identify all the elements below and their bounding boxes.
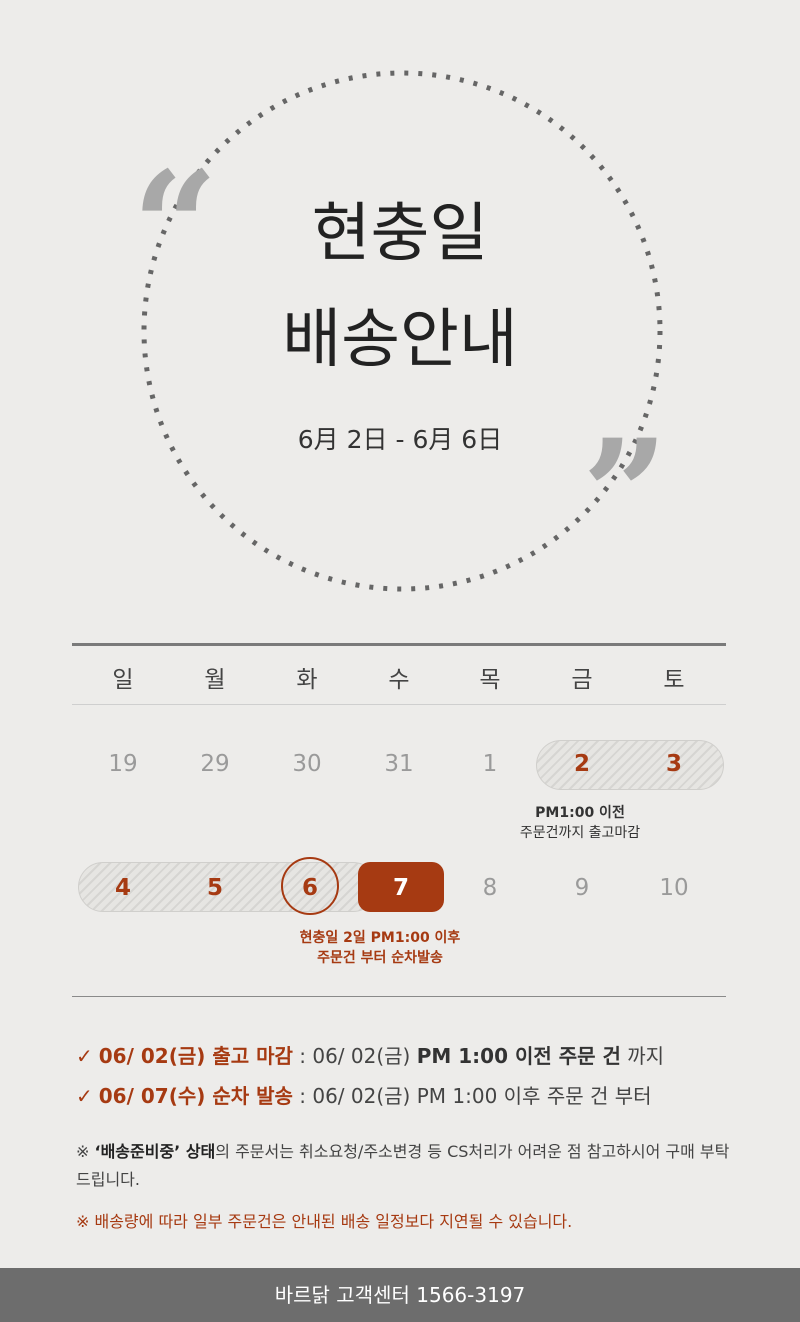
check-icon: ✓: [76, 1044, 93, 1068]
calendar-day-resume: 7: [392, 875, 409, 901]
cutoff-info-tail: 까지: [620, 1044, 665, 1068]
calendar-day: 31: [384, 751, 414, 777]
hero-title-line2: 배송안내: [282, 303, 518, 377]
notice-mark: ※: [76, 1142, 95, 1161]
resume-info-head: 06/ 07(수) 순차 발송: [98, 1084, 293, 1108]
calendar-header-divider: [72, 704, 726, 705]
cutoff-info-date: 06/ 02(금): [312, 1044, 417, 1068]
calendar-day: 1: [482, 751, 498, 777]
calendar-bottom-divider: [72, 996, 726, 997]
check-icon: ✓: [76, 1084, 93, 1108]
cutoff-info-bold: PM 1:00 이전 주문 건: [416, 1044, 621, 1068]
date-range: 6月 2日 - 6月 6日: [297, 425, 503, 454]
cs-notice: ※ ‘배송준비중’ 상태의 주문서는 취소요청/주소변경 등 CS처리가 어려운…: [76, 1138, 736, 1194]
cutoff-note: PM1:00 이전 주문건까지 출고마감: [480, 803, 680, 843]
calendar-day: 9: [574, 875, 590, 901]
cutoff-info-head: 06/ 02(금) 출고 마감: [98, 1044, 293, 1068]
notice-status: ‘배송준비중’ 상태: [94, 1142, 216, 1161]
weekday-tue: 화: [296, 667, 318, 693]
weekday-wed: 수: [388, 667, 410, 693]
holiday-note-line2: 주문건 부터 순차발송: [317, 950, 443, 966]
weekday-sun: 일: [112, 667, 134, 693]
hero-title-line1: 현충일: [311, 197, 489, 271]
calendar-day-highlight: 5: [206, 875, 223, 901]
weekday-fri: 금: [571, 667, 593, 693]
resume-info-rest: 06/ 02(금) PM 1:00 이후 주문 건 부터: [312, 1084, 652, 1108]
calendar-day: 8: [482, 875, 498, 901]
holiday-note: 현충일 2일 PM1:00 이후 주문건 부터 순차발송: [250, 928, 510, 968]
resume-info-sep: :: [292, 1084, 313, 1108]
cutoff-note-line2: 주문건까지 출고마감: [519, 825, 641, 841]
holiday-note-line1: 현충일 2일 PM1:00 이후: [299, 930, 461, 946]
weekday-sat: 토: [663, 667, 685, 693]
page: “ ” 현충일 배송안내 6月 2日 - 6月 6日 일 월 화 수 목 금 토…: [0, 0, 800, 1322]
cutoff-note-line1: PM1:00 이전: [535, 805, 625, 821]
calendar-day-highlight: 4: [114, 875, 131, 901]
weekday-thu: 목: [479, 667, 501, 693]
weekday-mon: 월: [204, 667, 226, 693]
cutoff-info-sep: :: [292, 1044, 313, 1068]
cutoff-info: ✓ 06/ 02(금) 출고 마감 : 06/ 02(금) PM 1:00 이전 …: [76, 1040, 664, 1069]
calendar-day: 30: [292, 751, 322, 777]
calendar-day: 29: [200, 751, 230, 777]
customer-center-footer: 바르닭 고객센터 1566-3197: [0, 1268, 800, 1322]
calendar-day-holiday: 6: [301, 875, 318, 901]
calendar-day-highlight: 3: [665, 751, 682, 777]
calendar-top-divider: [72, 643, 726, 646]
delay-notice: ※ 배송량에 따라 일부 주문건은 안내된 배송 일정보다 지연될 수 있습니다…: [76, 1212, 573, 1231]
calendar-day-highlight: 2: [573, 751, 590, 777]
calendar-day: 19: [108, 751, 138, 777]
calendar-day: 10: [659, 875, 689, 901]
resume-info: ✓ 06/ 07(수) 순차 발송 : 06/ 02(금) PM 1:00 이후 …: [76, 1080, 652, 1109]
